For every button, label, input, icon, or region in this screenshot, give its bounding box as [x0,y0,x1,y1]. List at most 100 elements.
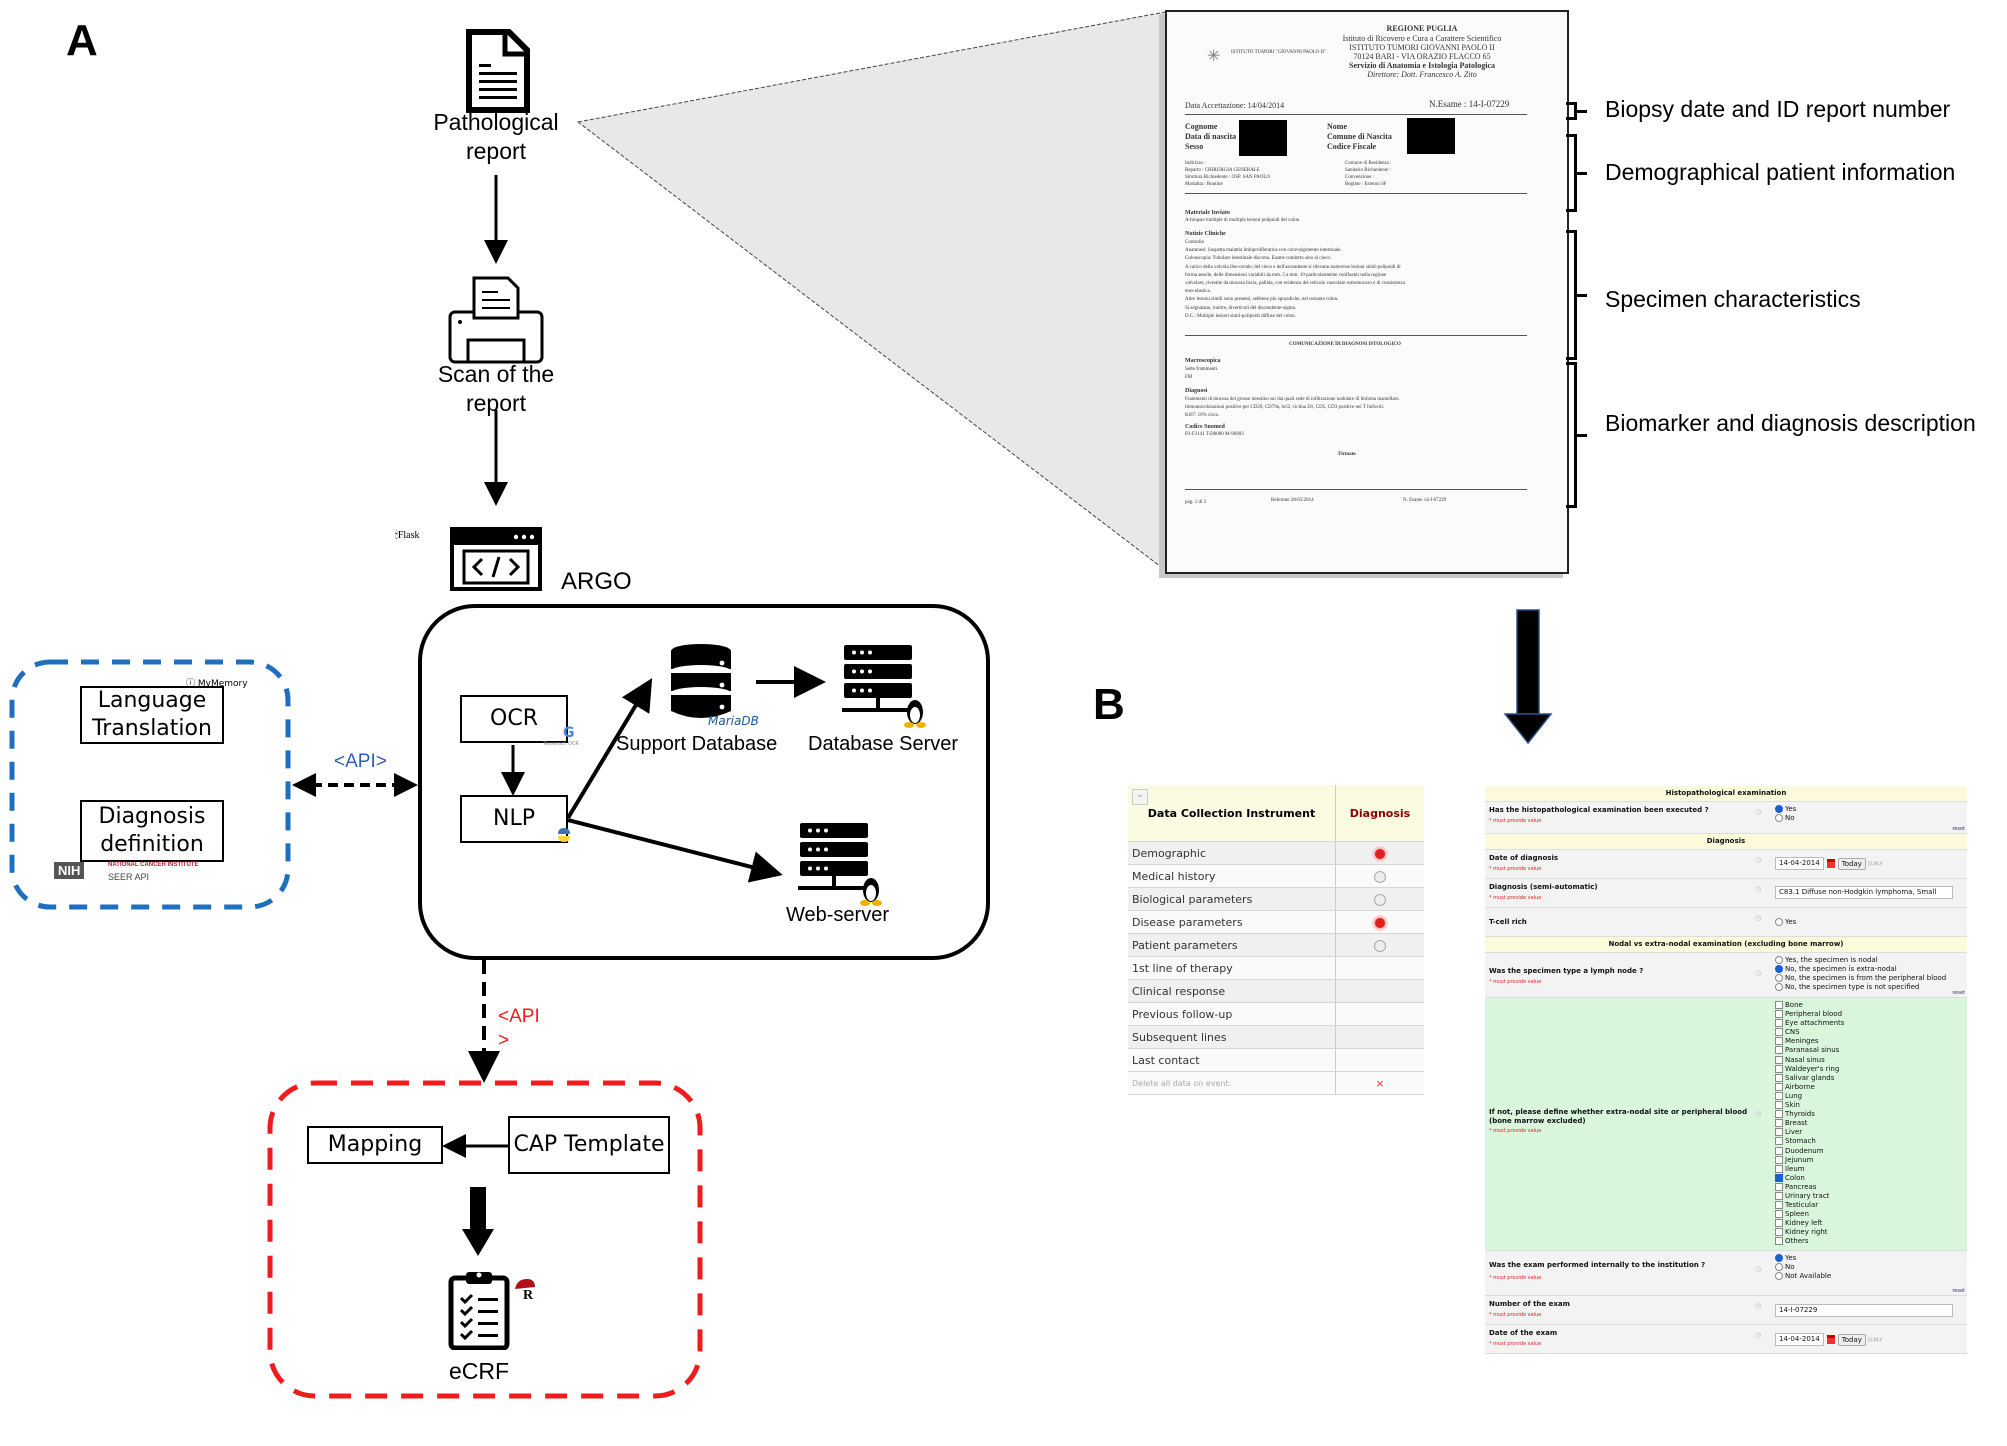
checkbox[interactable] [1775,1128,1783,1137]
reset-link[interactable]: reset [1952,826,1965,832]
history-icon[interactable]: ◷ [1755,1110,1761,1118]
reset-link[interactable]: reset [1952,990,1965,996]
radio-button[interactable] [1775,1254,1783,1262]
radio-tcell-yes[interactable] [1775,918,1783,926]
macro-line: Sette frammenti. [1185,367,1219,372]
database-icon [671,644,731,718]
tcell-control: Yes [1775,918,1796,927]
history-icon[interactable]: ◷ [1755,914,1761,922]
checkbox[interactable] [1775,1064,1783,1073]
checkbox[interactable] [1775,1037,1783,1046]
report-header-line: Istituto di Ricovero e Cura a Carattere … [1342,34,1502,43]
api-red-label-1: <API [498,1006,540,1027]
checkbox[interactable] [1775,1082,1783,1091]
checkbox[interactable] [1775,1191,1783,1200]
checkbox[interactable] [1775,1228,1783,1237]
radio-yes[interactable] [1775,805,1783,813]
delete-icon[interactable]: × [1335,1071,1424,1095]
section-title: Macroscopica [1185,358,1221,364]
status-incomplete-icon[interactable] [1374,916,1386,929]
radio-button[interactable] [1775,983,1783,991]
instrument-name[interactable]: Clinical response [1128,979,1336,1003]
report-right-fields: Nome Comune di Nascita Codice Fiscale [1327,122,1392,152]
history-icon[interactable]: ◷ [1755,1331,1761,1339]
checkbox[interactable] [1775,1237,1783,1246]
radio-button[interactable] [1775,1263,1783,1271]
diagnosis-input[interactable]: C83.1 Diffuse non-Hodgkin lymphoma, Smal… [1775,886,1953,899]
radio-button[interactable] [1775,1272,1783,1280]
instrument-name[interactable]: Biological parameters [1128,887,1336,911]
checkbox[interactable] [1775,1164,1783,1173]
required-note: * must provide value [1489,818,1542,824]
history-icon[interactable]: ◷ [1755,808,1761,816]
instrument-name[interactable]: Previous follow-up [1128,1002,1336,1026]
date-diagnosis-control: 14-04-2014 Today D-M-Y [1775,857,1882,870]
status-empty-icon[interactable] [1374,870,1386,883]
date-diagnosis-input[interactable]: 14-04-2014 [1775,857,1824,870]
checkbox[interactable] [1775,1055,1783,1064]
checkbox[interactable] [1775,1210,1783,1219]
today-button[interactable]: Today [1837,857,1866,870]
collapse-toggle[interactable]: ⌄ [1132,789,1148,805]
history-icon[interactable]: ◷ [1755,969,1761,977]
history-icon[interactable]: ◷ [1755,1302,1761,1310]
status-empty-icon[interactable] [1374,893,1386,906]
checkbox[interactable] [1775,1028,1783,1037]
status-incomplete-icon[interactable] [1374,847,1386,860]
instrument-name[interactable]: Medical history [1128,864,1336,888]
instrument-name[interactable]: Demographic [1128,841,1336,865]
radio-no[interactable] [1775,814,1783,822]
checkbox[interactable] [1775,1182,1783,1191]
checkbox[interactable] [1775,1173,1783,1182]
history-icon[interactable]: ◷ [1755,1265,1761,1273]
checkbox[interactable] [1775,1091,1783,1100]
instrument-name[interactable]: 1st line of therapy [1128,956,1336,980]
history-icon[interactable]: ◷ [1755,856,1761,864]
radio-button[interactable] [1775,974,1783,982]
annotation-specimen: Specimen characteristics [1605,286,1861,312]
field-label: Was the specimen type a lymph node ? [1489,967,1644,975]
checkbox[interactable] [1775,1019,1783,1028]
site-option: Thyroids [1775,1110,1844,1119]
instrument-name[interactable]: Patient parameters [1128,933,1336,957]
checkbox[interactable] [1775,1001,1783,1009]
instrument-status-cell [1335,956,1424,980]
checkbox[interactable] [1775,1201,1783,1210]
checkbox[interactable] [1775,1155,1783,1164]
field-label: Codice Fiscale [1327,142,1377,151]
nlp-box: NLP [460,795,568,843]
bracket-biomarker [1566,362,1587,508]
cap-template-box: CAP Template [508,1116,670,1174]
instrument-row: Disease parameters [1128,910,1424,934]
reset-link[interactable]: reset [1952,1288,1965,1294]
radio-button[interactable] [1775,965,1783,973]
checkbox[interactable] [1775,1073,1783,1082]
diagnosis-control: C83.1 Diffuse non-Hodgkin lymphoma, Smal… [1775,886,1953,899]
exam-date-control: 14-04-2014 Today D-M-Y [1775,1333,1882,1346]
divider [1185,335,1527,336]
calendar-icon[interactable] [1826,859,1835,868]
calendar-icon[interactable] [1826,1335,1835,1344]
report-header-line: Servizio di Anatomia e Istologia Patolog… [1349,61,1495,70]
checkbox[interactable] [1775,1046,1783,1055]
instrument-name[interactable]: Disease parameters [1128,910,1336,934]
exam-date-input[interactable]: 14-04-2014 [1775,1333,1824,1346]
checkbox[interactable] [1775,1137,1783,1146]
field-label: Number of the exam [1489,1300,1570,1308]
site-option: Testicular [1775,1201,1844,1210]
checkbox[interactable] [1775,1110,1783,1119]
status-empty-icon[interactable] [1374,939,1386,952]
header-diagnosis-event[interactable]: Diagnosis [1335,785,1424,842]
instrument-name[interactable]: Last contact [1128,1048,1336,1072]
exam-number-input[interactable]: 14-I-07229 [1775,1304,1953,1317]
checkbox[interactable] [1775,1119,1783,1128]
checkbox[interactable] [1775,1010,1783,1019]
note-line: Colonscopia: Tubulare intestinale discre… [1185,256,1332,262]
today-button[interactable]: Today [1837,1333,1866,1346]
history-icon[interactable]: ◷ [1755,885,1761,893]
checkbox[interactable] [1775,1101,1783,1110]
radio-button[interactable] [1775,956,1783,964]
checkbox[interactable] [1775,1146,1783,1155]
checkbox[interactable] [1775,1219,1783,1228]
instrument-name[interactable]: Subsequent lines [1128,1025,1336,1049]
